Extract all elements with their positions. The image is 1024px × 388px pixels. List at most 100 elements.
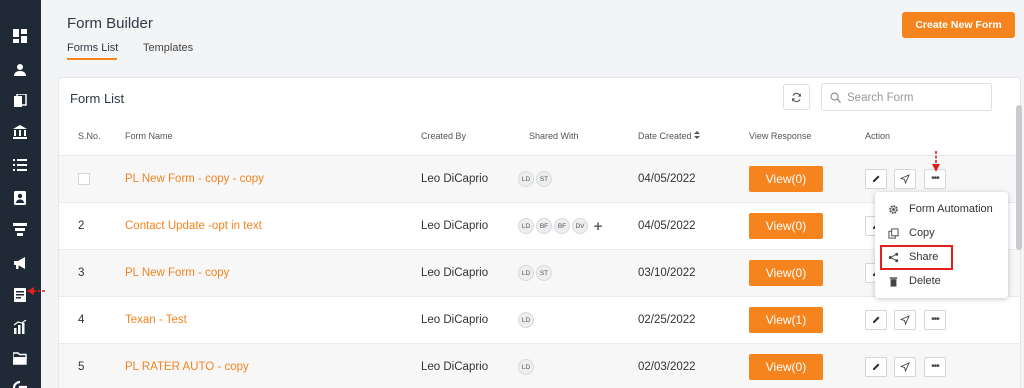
form-name-link[interactable]: PL New Form - copy [125,267,229,279]
edit-button[interactable] [865,357,887,377]
shared-avatar: BF [536,218,552,234]
date-created-label: Date Created [638,131,692,141]
scrollbar[interactable] [1016,77,1022,388]
form-name-link[interactable]: Texan - Test [125,314,187,326]
search-icon [830,92,841,103]
add-share-icon[interactable]: + [590,218,606,235]
view-response-button[interactable]: View(0) [749,354,823,380]
column-header-sno: S.No. [78,131,101,141]
contact-card-icon[interactable] [12,190,28,206]
sort-icon[interactable] [694,131,701,139]
analytics-icon[interactable] [12,319,28,335]
shared-with: LD ST [518,171,552,187]
column-header-date-created[interactable]: Date Created [638,131,701,141]
column-header-view-response: View Response [749,131,812,141]
shared-avatar: DV [572,218,588,234]
gear-icon [889,205,898,214]
annotation-highlight-share [880,245,953,270]
bank-icon[interactable] [12,124,28,140]
funnel-icon[interactable] [12,221,28,237]
row-number: 5 [78,361,85,373]
more-icon: ••• [931,361,939,372]
send-button[interactable] [894,357,916,377]
megaphone-icon[interactable] [12,255,28,271]
date-created: 02/25/2022 [638,314,696,326]
row-number: 2 [78,220,85,232]
more-icon: ••• [931,173,939,184]
shared-avatar: ST [536,265,552,281]
send-button[interactable] [894,169,916,189]
shared-with: LD BF BF DV + [518,218,606,235]
sidebar [0,0,41,388]
shared-avatar: BF [554,218,570,234]
tab-forms-list[interactable]: Forms List [67,42,118,54]
shared-avatar: LD [518,171,534,187]
page-header: Form Builder Forms List Templates Create… [41,0,1024,63]
form-name-link[interactable]: Contact Update -opt in text [125,220,262,232]
more-icon: ••• [931,314,939,325]
more-actions-button[interactable]: ••• [924,357,946,377]
pencil-icon [873,316,880,323]
active-tab-indicator [67,58,117,60]
date-created: 02/03/2022 [638,361,696,373]
edit-button[interactable] [865,310,887,330]
send-icon [900,174,910,184]
table-header: S.No. Form Name Created By Shared With D… [59,116,1020,156]
more-actions-button[interactable]: ••• [924,310,946,330]
created-by: Leo DiCaprio [421,173,489,185]
contacts-icon[interactable] [12,62,28,78]
send-button[interactable] [894,310,916,330]
menu-item-form-automation[interactable]: Form Automation [875,198,1008,221]
shared-with: LD [518,359,534,375]
form-name-link[interactable]: PL RATER AUTO - copy [125,361,249,373]
trash-icon [889,277,898,287]
create-new-form-button[interactable]: Create New Form [902,12,1015,38]
copy-icon [888,228,899,239]
form-name-link[interactable]: PL New Form - copy - copy [125,173,264,185]
tab-templates[interactable]: Templates [143,42,193,54]
search-input[interactable] [847,88,987,108]
pencil-icon [873,363,880,370]
dashboard-icon[interactable] [12,28,28,44]
search-box [821,83,992,111]
created-by: Leo DiCaprio [421,220,489,232]
shared-avatar: ST [536,171,552,187]
scrollbar-thumb[interactable] [1016,105,1022,250]
column-header-created-by: Created By [421,131,467,141]
row-number: 4 [78,314,85,326]
send-icon [900,315,910,325]
menu-item-label: Copy [909,227,935,239]
date-created: 03/10/2022 [638,267,696,279]
menu-item-copy[interactable]: Copy [875,222,1008,245]
shared-with: LD ST [518,265,552,281]
table-row: 4 Texan - Test Leo DiCaprio LD 02/25/202… [59,297,1020,344]
menu-item-label: Delete [909,275,941,287]
row-number: 3 [78,267,85,279]
view-response-button[interactable]: View(1) [749,307,823,333]
view-response-button[interactable]: View(0) [749,166,823,192]
shared-avatar: LD [518,218,534,234]
list-icon[interactable] [12,157,28,173]
menu-item-delete[interactable]: Delete [875,270,1008,293]
refresh-icon [792,92,801,102]
google-icon[interactable] [12,380,28,388]
date-created: 04/05/2022 [638,220,696,232]
column-header-form-name: Form Name [125,131,173,141]
view-response-button[interactable]: View(0) [749,213,823,239]
annotation-arrow-left [27,287,46,295]
refresh-button[interactable] [783,84,810,110]
send-icon [900,362,910,372]
menu-item-label: Form Automation [909,203,993,215]
shared-with: LD [518,312,534,328]
card-title: Form List [70,91,125,106]
edit-button[interactable] [865,169,887,189]
view-response-button[interactable]: View(0) [749,260,823,286]
page-title: Form Builder [67,15,153,32]
date-created: 04/05/2022 [638,173,696,185]
shared-avatar: LD [518,312,534,328]
documents-icon[interactable] [12,93,28,109]
created-by: Leo DiCaprio [421,361,489,373]
form-icon[interactable] [12,287,28,303]
folder-icon[interactable] [12,350,28,366]
row-checkbox[interactable] [78,173,90,185]
